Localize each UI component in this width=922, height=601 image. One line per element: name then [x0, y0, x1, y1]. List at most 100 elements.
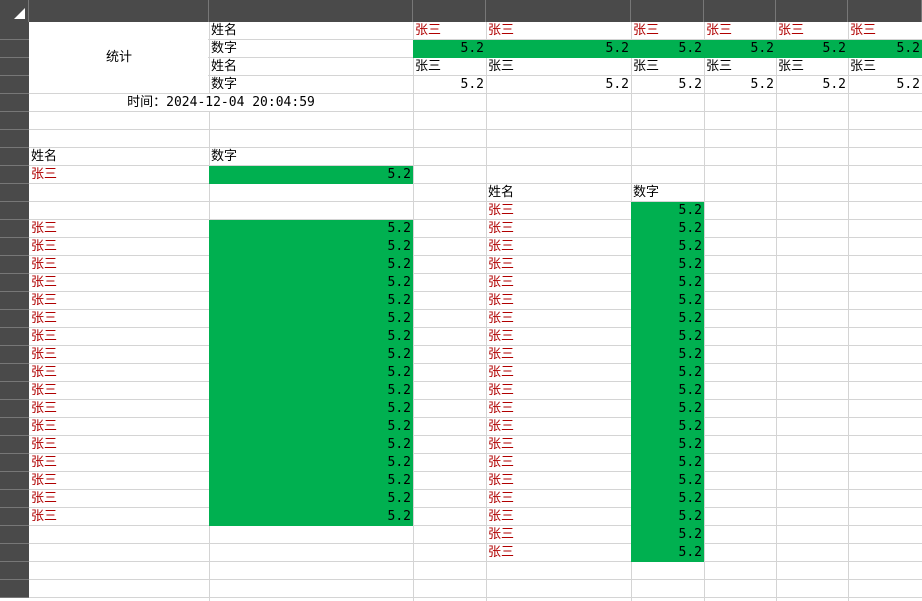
cell-c3[interactable]: 张三	[413, 58, 486, 76]
cell-e14[interactable]: 5.2	[631, 256, 704, 274]
cell-g2[interactable]: 5.2	[776, 40, 848, 58]
cell-a8[interactable]: 姓名	[29, 148, 209, 166]
cell-b22[interactable]: 5.2	[209, 400, 413, 418]
row-header-19[interactable]	[0, 346, 29, 364]
cell-d16[interactable]: 张三	[486, 292, 631, 310]
cell-e12[interactable]: 5.2	[631, 220, 704, 238]
cell-b2[interactable]: 数字	[209, 40, 413, 58]
cell-e15[interactable]: 5.2	[631, 274, 704, 292]
cell-d25[interactable]: 张三	[486, 454, 631, 472]
row-header-21[interactable]	[0, 382, 29, 400]
cell-e22[interactable]: 5.2	[631, 400, 704, 418]
cell-b16[interactable]: 5.2	[209, 292, 413, 310]
row-header-13[interactable]	[0, 238, 29, 256]
row-header-26[interactable]	[0, 472, 29, 490]
cell-d2[interactable]: 5.2	[486, 40, 631, 58]
cell-e17[interactable]: 5.2	[631, 310, 704, 328]
cell-d22[interactable]: 张三	[486, 400, 631, 418]
cell-e10[interactable]: 数字	[631, 184, 704, 202]
cell-a19[interactable]: 张三	[29, 346, 209, 364]
cell-b14[interactable]: 5.2	[209, 256, 413, 274]
cell-e16[interactable]: 5.2	[631, 292, 704, 310]
cell-a27[interactable]: 张三	[29, 490, 209, 508]
cell-d21[interactable]: 张三	[486, 382, 631, 400]
cell-e18[interactable]: 5.2	[631, 328, 704, 346]
row-header-22[interactable]	[0, 400, 29, 418]
row-header-2[interactable]	[0, 40, 29, 58]
column-header-f[interactable]	[704, 0, 776, 22]
cell-d13[interactable]: 张三	[486, 238, 631, 256]
cell-g3[interactable]: 张三	[776, 58, 848, 76]
cell-f3[interactable]: 张三	[704, 58, 776, 76]
cell-e28[interactable]: 5.2	[631, 508, 704, 526]
cell-a18[interactable]: 张三	[29, 328, 209, 346]
cell-a5-time[interactable]: 时间：2024-12-04 20:04:59	[29, 94, 413, 112]
cell-b1[interactable]: 姓名	[209, 22, 413, 40]
cell-d14[interactable]: 张三	[486, 256, 631, 274]
cell-a14[interactable]: 张三	[29, 256, 209, 274]
cell-a20[interactable]: 张三	[29, 364, 209, 382]
cell-a22[interactable]: 张三	[29, 400, 209, 418]
cell-e13[interactable]: 5.2	[631, 238, 704, 256]
cell-b15[interactable]: 5.2	[209, 274, 413, 292]
column-header-h[interactable]	[848, 0, 922, 22]
cell-a13[interactable]: 张三	[29, 238, 209, 256]
cell-e1[interactable]: 张三	[631, 22, 704, 40]
cell-d30[interactable]: 张三	[486, 544, 631, 562]
cell-g1[interactable]: 张三	[776, 22, 848, 40]
cell-a17[interactable]: 张三	[29, 310, 209, 328]
cell-d28[interactable]: 张三	[486, 508, 631, 526]
cell-g4[interactable]: 5.2	[776, 76, 848, 94]
cell-a1-stat-label[interactable]: 统计	[29, 22, 209, 94]
cell-a12[interactable]: 张三	[29, 220, 209, 238]
cell-d26[interactable]: 张三	[486, 472, 631, 490]
cell-a28[interactable]: 张三	[29, 508, 209, 526]
cell-b3[interactable]: 姓名	[209, 58, 413, 76]
row-header-15[interactable]	[0, 274, 29, 292]
cell-a23[interactable]: 张三	[29, 418, 209, 436]
cell-d18[interactable]: 张三	[486, 328, 631, 346]
column-header-e[interactable]	[631, 0, 704, 22]
cell-e24[interactable]: 5.2	[631, 436, 704, 454]
cell-c2[interactable]: 5.2	[413, 40, 486, 58]
column-header-g[interactable]	[776, 0, 848, 22]
column-header-c[interactable]	[413, 0, 486, 22]
row-header-18[interactable]	[0, 328, 29, 346]
cell-e21[interactable]: 5.2	[631, 382, 704, 400]
cell-e20[interactable]: 5.2	[631, 364, 704, 382]
cell-b27[interactable]: 5.2	[209, 490, 413, 508]
column-header-b[interactable]	[209, 0, 413, 22]
row-header-4[interactable]	[0, 76, 29, 94]
cell-a25[interactable]: 张三	[29, 454, 209, 472]
cell-b17[interactable]: 5.2	[209, 310, 413, 328]
row-header-17[interactable]	[0, 310, 29, 328]
cell-e23[interactable]: 5.2	[631, 418, 704, 436]
cell-d12[interactable]: 张三	[486, 220, 631, 238]
column-header-d[interactable]	[486, 0, 631, 22]
cell-e2[interactable]: 5.2	[631, 40, 704, 58]
row-header-6[interactable]	[0, 112, 29, 130]
cell-b25[interactable]: 5.2	[209, 454, 413, 472]
cell-d29[interactable]: 张三	[486, 526, 631, 544]
cell-h1[interactable]: 张三	[848, 22, 922, 40]
cell-b13[interactable]: 5.2	[209, 238, 413, 256]
row-header-28[interactable]	[0, 508, 29, 526]
row-header-30[interactable]	[0, 544, 29, 562]
cell-e27[interactable]: 5.2	[631, 490, 704, 508]
row-header-25[interactable]	[0, 454, 29, 472]
cell-d4[interactable]: 5.2	[486, 76, 631, 94]
cell-a16[interactable]: 张三	[29, 292, 209, 310]
cell-h2[interactable]: 5.2	[848, 40, 922, 58]
cell-d3[interactable]: 张三	[486, 58, 631, 76]
row-header-8[interactable]	[0, 148, 29, 166]
cell-b19[interactable]: 5.2	[209, 346, 413, 364]
row-header-27[interactable]	[0, 490, 29, 508]
cell-b26[interactable]: 5.2	[209, 472, 413, 490]
cell-d1[interactable]: 张三	[486, 22, 631, 40]
cell-h3[interactable]: 张三	[848, 58, 922, 76]
cell-a26[interactable]: 张三	[29, 472, 209, 490]
row-header-23[interactable]	[0, 418, 29, 436]
cell-b21[interactable]: 5.2	[209, 382, 413, 400]
cell-d27[interactable]: 张三	[486, 490, 631, 508]
row-header-9[interactable]	[0, 166, 29, 184]
